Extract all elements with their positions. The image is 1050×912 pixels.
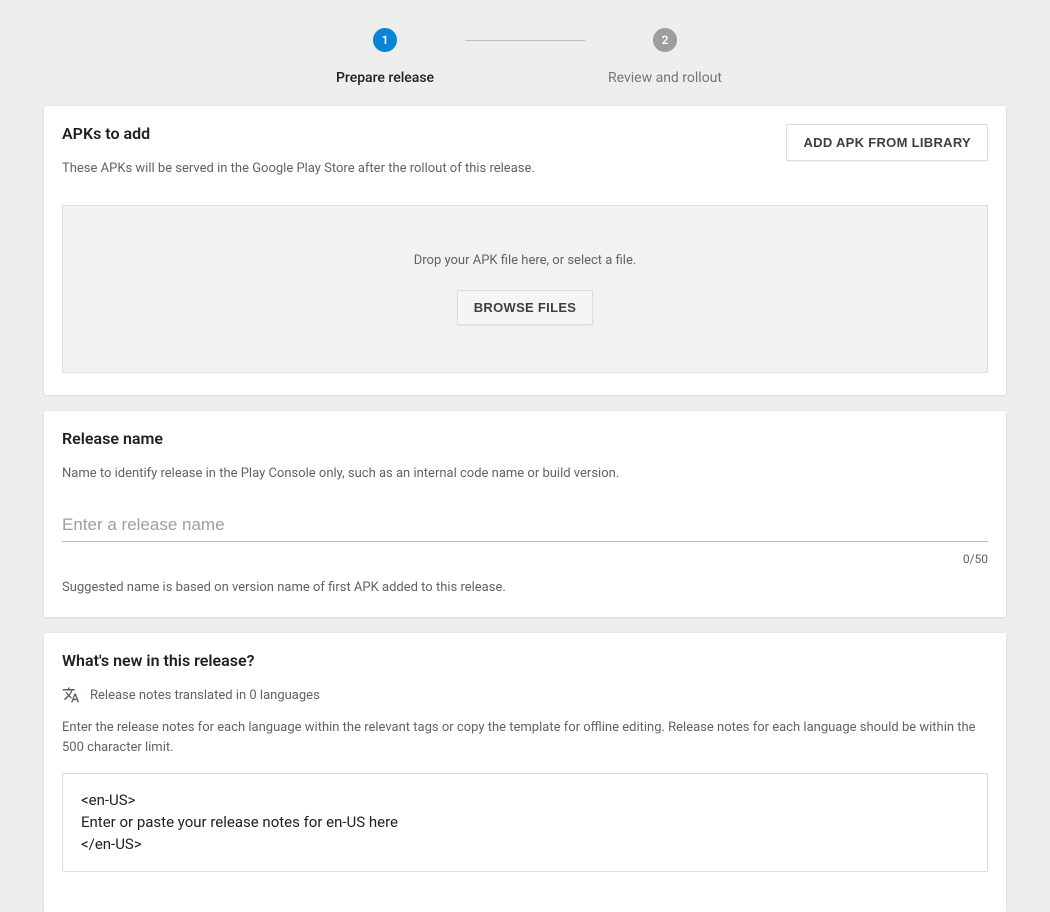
dropzone-text: Drop your APK file here, or select a fil… bbox=[414, 253, 637, 268]
apks-title: APKs to add bbox=[62, 124, 535, 143]
release-notes-textarea[interactable]: <en-US> Enter or paste your release note… bbox=[62, 773, 988, 872]
stepper: 1 Prepare release 2 Review and rollout bbox=[0, 0, 1050, 106]
release-name-title: Release name bbox=[62, 429, 988, 448]
step-number-badge: 1 bbox=[373, 28, 397, 52]
release-name-counter: 0/50 bbox=[62, 552, 988, 566]
step-label: Review and rollout bbox=[608, 70, 722, 86]
whats-new-title: What's new in this release? bbox=[62, 651, 988, 670]
release-name-description: Name to identify release in the Play Con… bbox=[62, 464, 988, 484]
step-number-badge: 2 bbox=[653, 28, 677, 52]
release-name-card: Release name Name to identify release in… bbox=[44, 411, 1006, 618]
translate-status: Release notes translated in 0 languages bbox=[62, 686, 988, 704]
browse-files-button[interactable]: BROWSE FILES bbox=[457, 290, 594, 325]
step-label: Prepare release bbox=[336, 70, 434, 86]
release-name-hint: Suggested name is based on version name … bbox=[62, 580, 988, 595]
translate-icon bbox=[62, 686, 80, 704]
step-connector bbox=[465, 40, 585, 41]
apk-dropzone[interactable]: Drop your APK file here, or select a fil… bbox=[62, 205, 988, 373]
step-prepare-release[interactable]: 1 Prepare release bbox=[305, 28, 465, 86]
apks-description: These APKs will be served in the Google … bbox=[62, 159, 535, 179]
translate-status-text: Release notes translated in 0 languages bbox=[90, 688, 320, 703]
whats-new-card: What's new in this release? Release note… bbox=[44, 633, 1006, 912]
add-apk-from-library-button[interactable]: ADD APK FROM LIBRARY bbox=[786, 124, 988, 161]
whats-new-description: Enter the release notes for each languag… bbox=[62, 718, 988, 757]
step-review-rollout[interactable]: 2 Review and rollout bbox=[585, 28, 745, 86]
release-name-input[interactable] bbox=[62, 505, 988, 542]
apks-card: APKs to add These APKs will be served in… bbox=[44, 106, 1006, 395]
